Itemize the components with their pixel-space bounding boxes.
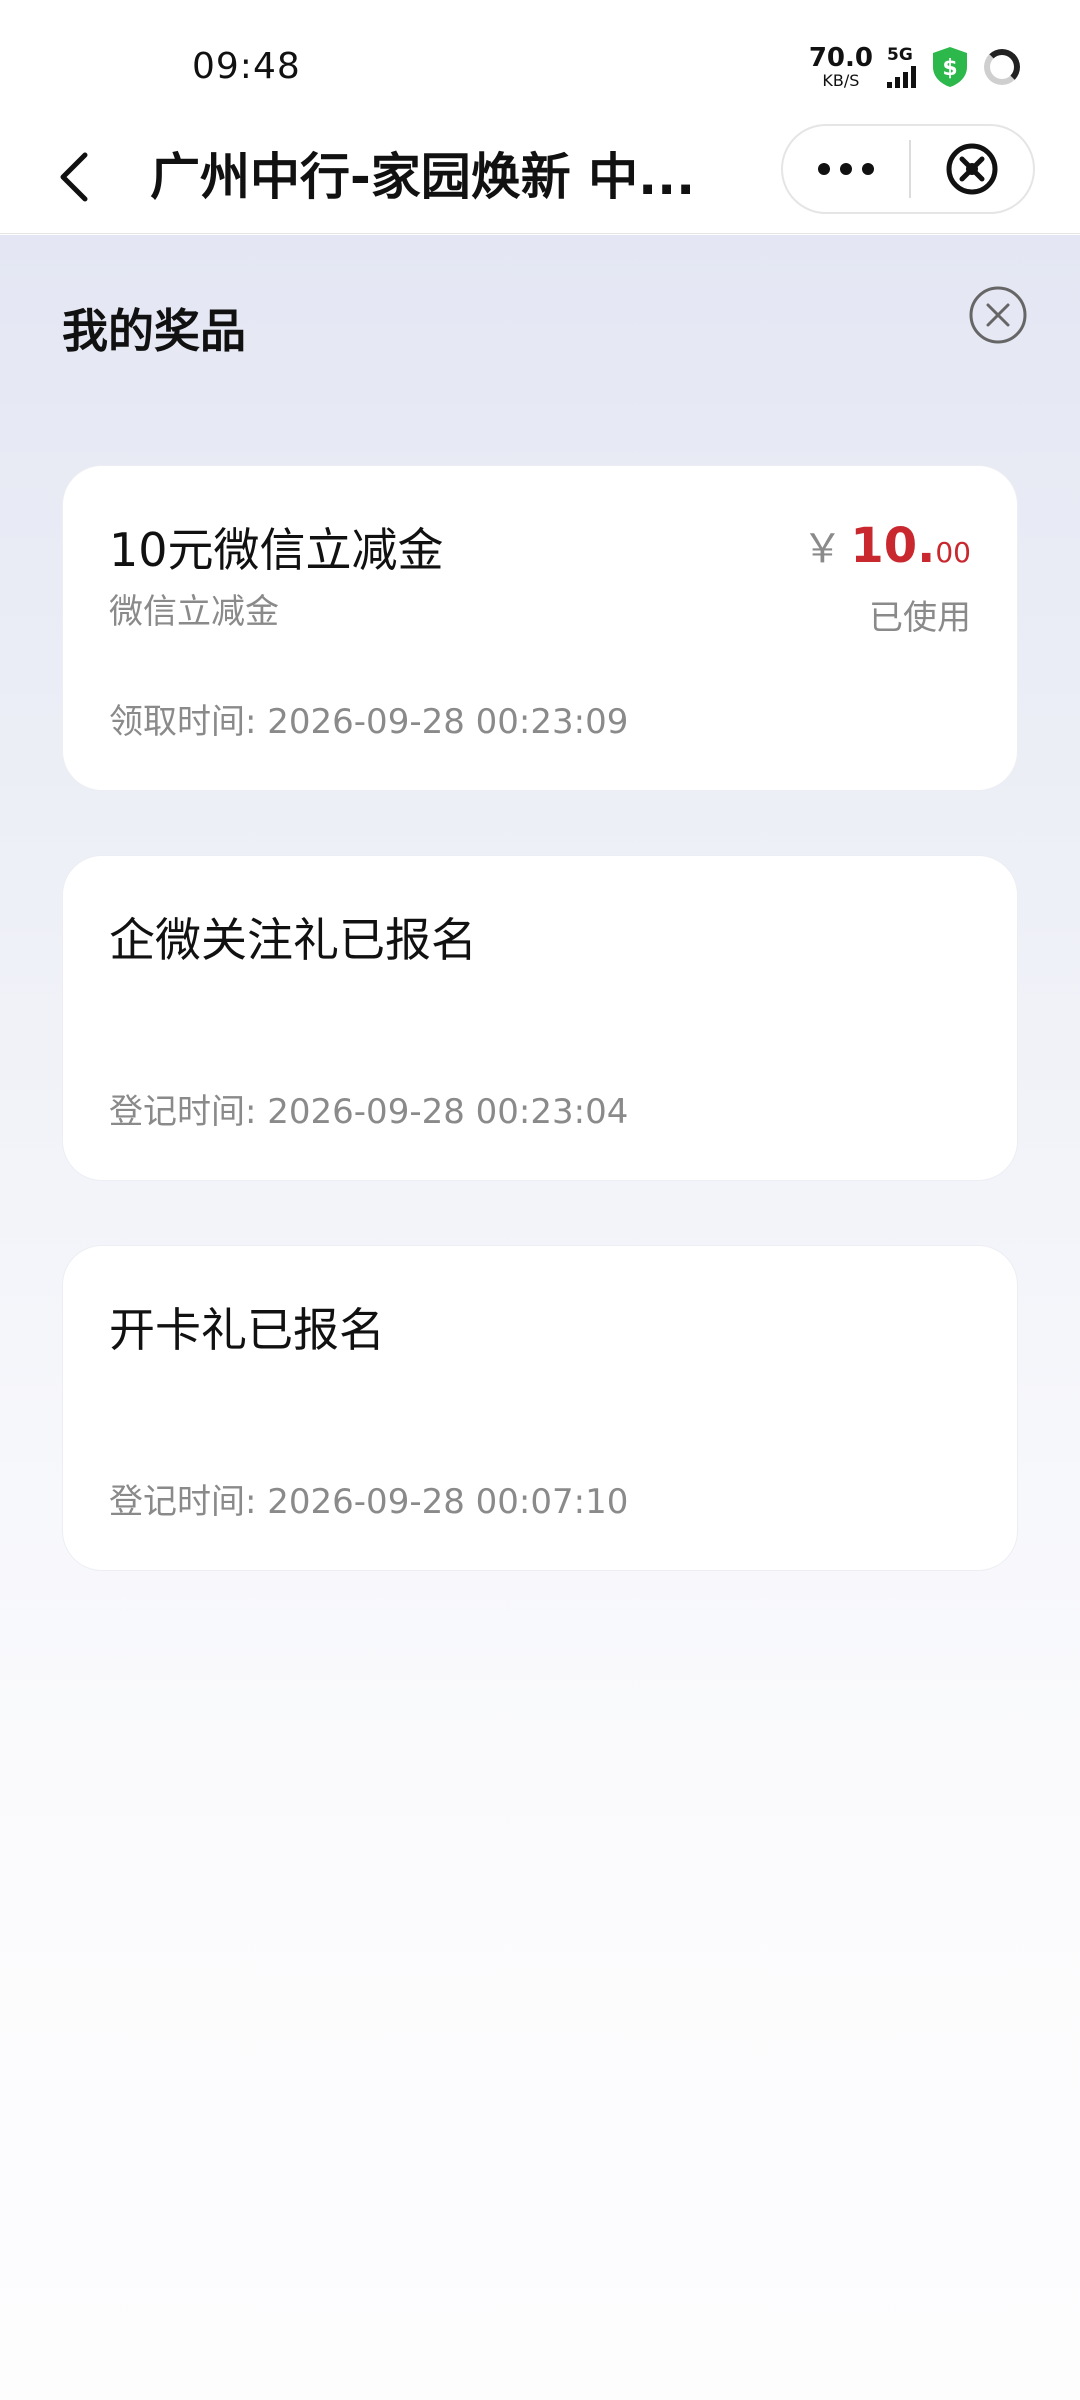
amount-integer: 10.	[850, 518, 936, 574]
svg-text:$: $	[942, 56, 957, 81]
prize-card[interactable]: 10元微信立减金 微信立减金 领取时间: 2026-09-28 00:23:09…	[62, 465, 1018, 791]
prize-time: 登记时间: 2026-09-28 00:07:10	[109, 1482, 629, 1522]
network-speed: 70.0 KB/S	[809, 45, 873, 89]
nav-title: 广州中行-家园焕新 中...	[150, 148, 696, 206]
mini-program-capsule	[781, 124, 1035, 214]
loading-ring-icon	[984, 49, 1020, 85]
prize-card[interactable]: 企微关注礼已报名 登记时间: 2026-09-28 00:23:04	[62, 855, 1018, 1181]
network-speed-unit: KB/S	[822, 71, 860, 90]
prize-time: 领取时间: 2026-09-28 00:23:09	[109, 702, 629, 742]
nav-bar: 广州中行-家园焕新 中...	[0, 120, 1080, 234]
signal-bars	[887, 65, 916, 88]
shield-dollar-icon: $	[933, 47, 967, 87]
signal-icon: 5G	[887, 44, 916, 88]
amount-decimal: 00	[935, 536, 971, 569]
close-icon[interactable]	[968, 285, 1028, 345]
network-speed-value: 70.0	[808, 43, 873, 73]
close-circle-icon	[946, 143, 998, 195]
network-type: 5G	[887, 44, 913, 65]
prize-amount: ￥ 10. 00	[802, 516, 971, 574]
prize-name: 企微关注礼已报名	[109, 913, 477, 967]
prize-name: 10元微信立减金	[109, 523, 444, 577]
more-dots-icon	[818, 163, 830, 175]
close-app-button[interactable]	[911, 126, 1033, 212]
status-time: 09:48	[192, 46, 301, 87]
status-icons: 70.0 KB/S 5G $	[809, 44, 1020, 90]
more-button[interactable]	[783, 126, 909, 212]
prizes-page: 我的奖品 10元微信立减金 微信立减金 领取时间: 2026-09-28 00:…	[0, 235, 1080, 2400]
back-button[interactable]	[40, 142, 110, 212]
prize-name: 开卡礼已报名	[109, 1303, 385, 1357]
prize-subtitle: 微信立减金	[109, 592, 279, 632]
back-arrow-icon	[60, 152, 88, 202]
prize-time: 登记时间: 2026-09-28 00:23:04	[109, 1092, 629, 1132]
currency-symbol: ￥	[802, 526, 843, 572]
status-bar: 09:48 70.0 KB/S 5G $	[0, 0, 1080, 120]
page-title: 我的奖品	[62, 304, 246, 358]
prize-card[interactable]: 开卡礼已报名 登记时间: 2026-09-28 00:07:10	[62, 1245, 1018, 1571]
prize-status: 已使用	[869, 598, 971, 638]
